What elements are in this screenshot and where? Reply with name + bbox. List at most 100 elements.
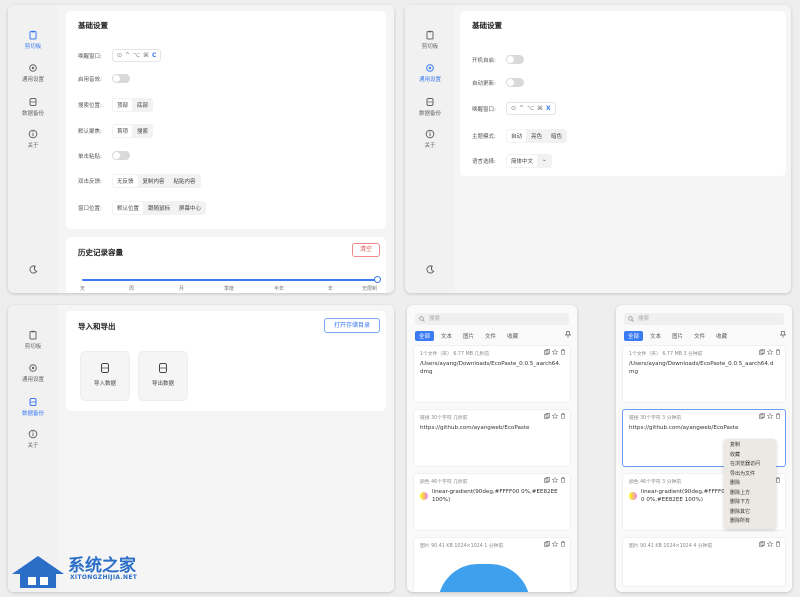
clip-item-color[interactable]: 颜色 46个字符 几秒前 linear-gradient(90deg,#FFFF… <box>413 473 571 531</box>
sidebar-item-clipboard[interactable]: 剪切板 <box>405 30 455 50</box>
trash-icon[interactable] <box>560 541 566 547</box>
star-icon[interactable] <box>767 541 773 547</box>
moon-icon[interactable] <box>29 265 38 274</box>
single-click-toggle[interactable] <box>112 151 130 160</box>
segment-top[interactable]: 顶部 <box>113 99 133 111</box>
sidebar-item-clipboard[interactable]: 剪切板 <box>8 30 58 50</box>
segment-auto[interactable]: 自动 <box>507 130 527 142</box>
sidebar-item-clipboard[interactable]: 剪切板 <box>8 330 58 350</box>
sidebar-item-general[interactable]: 通用设置 <box>8 63 58 83</box>
menu-item-export-file[interactable]: 导出为文件 <box>724 470 776 480</box>
row-label: 主题模式: <box>472 134 496 140</box>
tab-text[interactable]: 文本 <box>437 331 456 341</box>
copy-icon[interactable] <box>544 413 550 419</box>
search-input[interactable]: 搜索 <box>415 313 569 325</box>
trash-icon[interactable] <box>775 413 781 419</box>
tab-favorite[interactable]: 收藏 <box>503 331 522 341</box>
trash-icon[interactable] <box>775 541 781 547</box>
tab-image[interactable]: 图片 <box>459 331 478 341</box>
clip-item-link[interactable]: 链接 30个字符 几秒前 https://github.com/ayangweb… <box>413 409 571 467</box>
language-select[interactable]: 简体中文 ⌄ <box>506 154 552 168</box>
theme-segmented: 自动 亮色 暗色 <box>506 129 568 143</box>
clip-item-file[interactable]: 1个文件（夹） 6.77 MB 3 分钟前 /Users/ayang/Downl… <box>622 345 786 403</box>
segment-light[interactable]: 亮色 <box>527 130 546 142</box>
sidebar-item-about[interactable]: 关于 <box>8 429 58 449</box>
trash-icon[interactable] <box>560 413 566 419</box>
menu-item-delete-others[interactable]: 删除其它 <box>724 508 776 518</box>
segment-bottom[interactable]: 底部 <box>133 99 152 111</box>
star-icon[interactable] <box>552 413 558 419</box>
segment-follow-mouse[interactable]: 跟随鼠标 <box>144 202 174 214</box>
row-label: 单击粘贴: <box>78 153 102 160</box>
open-storage-dir-button[interactable]: 打开存储目录 <box>324 318 380 333</box>
copy-icon[interactable] <box>759 349 765 355</box>
trash-icon[interactable] <box>560 349 566 355</box>
copy-icon[interactable] <box>544 477 550 483</box>
row-label: 自动更新: <box>472 80 496 87</box>
menu-item-delete-all[interactable]: 删除所有 <box>724 517 776 527</box>
copy-icon[interactable] <box>544 541 550 547</box>
copy-icon[interactable] <box>759 413 765 419</box>
sidebar-item-general[interactable]: 通用设置 <box>405 63 455 83</box>
segment-dark[interactable]: 暗色 <box>547 130 566 142</box>
sidebar-item-about[interactable]: 关于 <box>8 129 58 149</box>
segment-default[interactable]: 默认位置 <box>113 202 144 214</box>
pin-icon[interactable] <box>780 331 786 338</box>
menu-item-copy[interactable]: 复制 <box>724 441 776 451</box>
sidebar-item-backup[interactable]: 数据备份 <box>8 397 58 417</box>
tab-image[interactable]: 图片 <box>668 331 687 341</box>
sidebar-item-general[interactable]: 通用设置 <box>8 363 58 383</box>
menu-item-open-browser[interactable]: 在浏览器访问 <box>724 460 776 470</box>
key-glyph: C <box>151 52 157 59</box>
shortcut-input[interactable]: ⊙ ^ ⌥ ⌘ X <box>506 102 556 115</box>
shortcut-input[interactable]: ⊙ ^ ⌥ ⌘ C <box>112 49 162 62</box>
sound-toggle[interactable] <box>112 74 130 83</box>
sidebar-item-backup[interactable]: 数据备份 <box>8 97 58 117</box>
tab-favorite[interactable]: 收藏 <box>712 331 731 341</box>
star-icon[interactable] <box>552 349 558 355</box>
moon-icon[interactable] <box>426 265 435 274</box>
search-input[interactable]: 搜索 <box>624 313 784 325</box>
trash-icon[interactable] <box>775 349 781 355</box>
pin-icon[interactable] <box>565 331 571 338</box>
clip-item-image[interactable]: 图片 90.41 KB 1024×1024 1 分钟前 <box>413 537 571 592</box>
autostart-row: 开机自启: <box>472 55 524 64</box>
star-icon[interactable] <box>552 541 558 547</box>
image-thumbnail <box>438 564 530 592</box>
import-data-tile[interactable]: 导入数据 <box>80 351 130 401</box>
tab-all[interactable]: 全部 <box>415 331 435 341</box>
menu-item-delete-above[interactable]: 删除上方 <box>724 489 776 499</box>
segment-copy[interactable]: 复制内容 <box>139 175 169 187</box>
tab-file[interactable]: 文件 <box>481 331 500 341</box>
star-icon[interactable] <box>552 477 558 483</box>
copy-icon[interactable] <box>544 349 550 355</box>
history-slider-knob[interactable] <box>374 276 381 283</box>
clipboard-icon <box>426 30 434 40</box>
clip-item-image[interactable]: 图片 90.41 KB 1024×1024 4 分钟前 <box>622 537 786 587</box>
sidebar-item-backup[interactable]: 数据备份 <box>405 97 455 117</box>
segment-center[interactable]: 屏幕中心 <box>175 202 205 214</box>
segment-first[interactable]: 首项 <box>113 125 133 137</box>
menu-item-favorite[interactable]: 收藏 <box>724 451 776 461</box>
tab-text[interactable]: 文本 <box>646 331 665 341</box>
autostart-toggle[interactable] <box>506 55 524 64</box>
star-icon[interactable] <box>767 349 773 355</box>
tab-all[interactable]: 全部 <box>624 331 644 341</box>
clip-item-file[interactable]: 1个文件（夹） 6.77 MB 几秒前 /Users/ayang/Downloa… <box>413 345 571 403</box>
tab-file[interactable]: 文件 <box>690 331 709 341</box>
segment-search[interactable]: 搜索 <box>133 125 152 137</box>
clipboard-settings-window: 剪切板 通用设置 数据备份 关于 基础设置 唤醒窗口: ⊙ ^ ⌥ ⌘ C 启用… <box>8 5 394 293</box>
single-click-row: 单击粘贴: <box>78 151 130 160</box>
export-data-tile[interactable]: 导出数据 <box>138 351 188 401</box>
copy-icon[interactable] <box>759 541 765 547</box>
menu-item-delete-below[interactable]: 删除下方 <box>724 498 776 508</box>
menu-item-delete[interactable]: 删除 <box>724 479 776 489</box>
sidebar-item-about[interactable]: 关于 <box>405 129 455 149</box>
segment-none[interactable]: 无反馈 <box>113 175 138 187</box>
segment-paste[interactable]: 粘贴内容 <box>170 175 200 187</box>
trash-icon[interactable] <box>560 477 566 483</box>
clear-button[interactable]: 清空 <box>352 243 380 257</box>
autoupdate-toggle[interactable] <box>506 78 524 87</box>
slider-tick: 天 <box>80 286 86 292</box>
star-icon[interactable] <box>767 413 773 419</box>
